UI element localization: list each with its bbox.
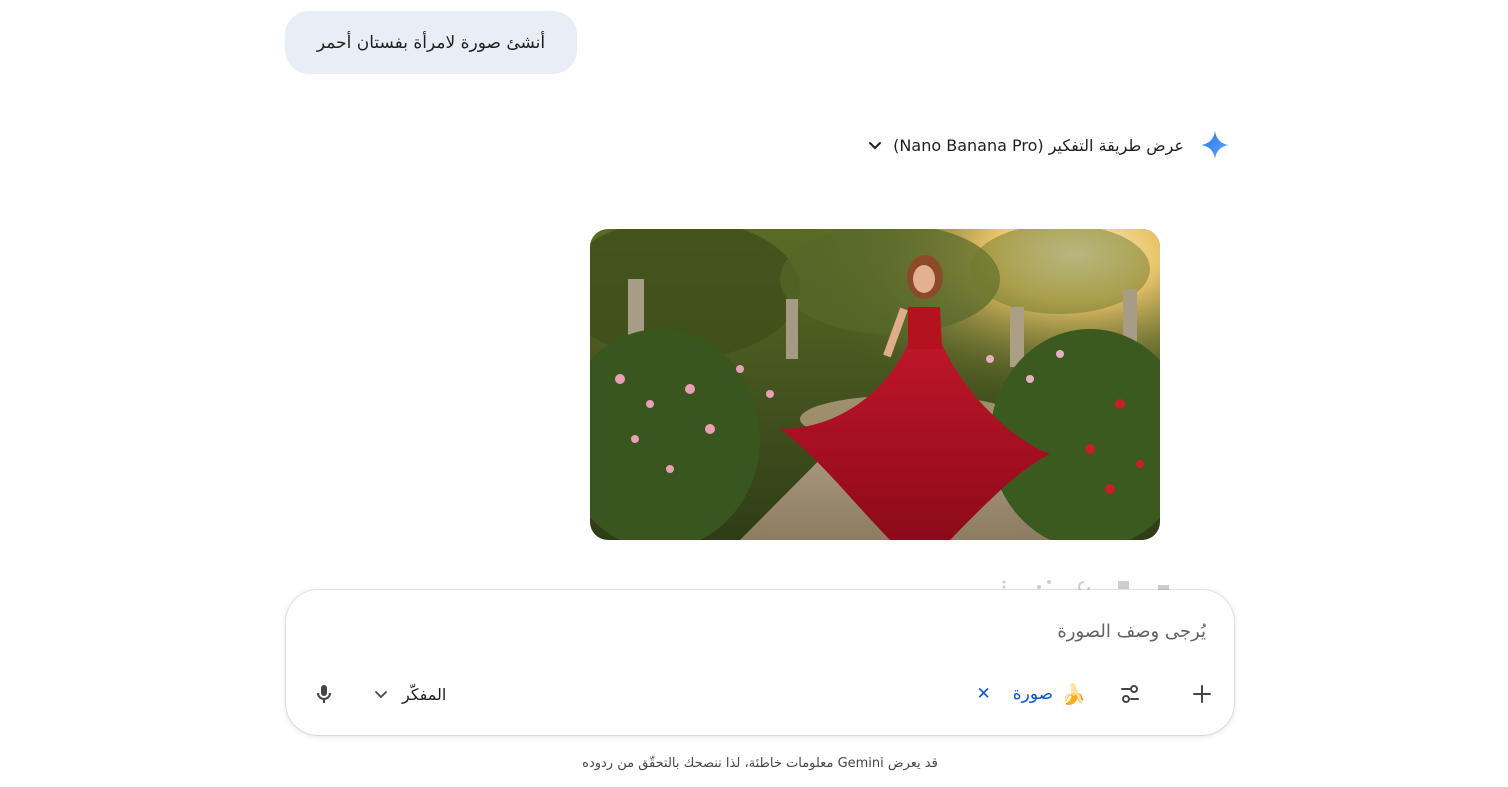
user-message-bubble: أنشئ صورة لامرأة بفستان أحمر: [285, 11, 577, 74]
show-thinking-label: عرض طريقة التفكير (Nano Banana Pro): [893, 135, 1184, 155]
add-attachment-button[interactable]: [1186, 678, 1218, 710]
prompt-input[interactable]: [606, 616, 1206, 646]
prompt-composer: 🍌 صورة ✕ المفكّر: [286, 590, 1234, 735]
close-icon[interactable]: ✕: [977, 684, 991, 704]
chevron-down-icon: [869, 142, 882, 150]
model-selector-label: المفكّر: [402, 684, 447, 704]
chevron-down-icon: [375, 691, 387, 699]
microphone-icon: [317, 685, 331, 703]
generated-image[interactable]: [590, 229, 1160, 540]
microphone-button[interactable]: [310, 678, 338, 710]
model-selector[interactable]: المفكّر: [374, 678, 446, 710]
tools-button[interactable]: [1114, 678, 1146, 710]
image-mode-chip[interactable]: 🍌 صورة ✕: [977, 678, 1087, 710]
disclaimer-text: قد يعرض Gemini معلومات خاطئة، لذا ننصحك …: [582, 756, 938, 771]
generated-image-art: [590, 229, 1160, 540]
banana-icon: 🍌: [1061, 682, 1086, 706]
tune-sliders-icon: [1121, 685, 1139, 703]
user-message-text: أنشئ صورة لامرأة بفستان أحمر: [316, 32, 546, 53]
response-header: عرض طريقة التفكير (Nano Banana Pro): [867, 128, 1230, 162]
show-thinking-toggle[interactable]: عرض طريقة التفكير (Nano Banana Pro): [867, 136, 1184, 155]
gemini-spark-icon: [1201, 131, 1229, 159]
image-mode-chip-label: صورة: [1012, 684, 1054, 704]
plus-icon: [1193, 685, 1211, 703]
